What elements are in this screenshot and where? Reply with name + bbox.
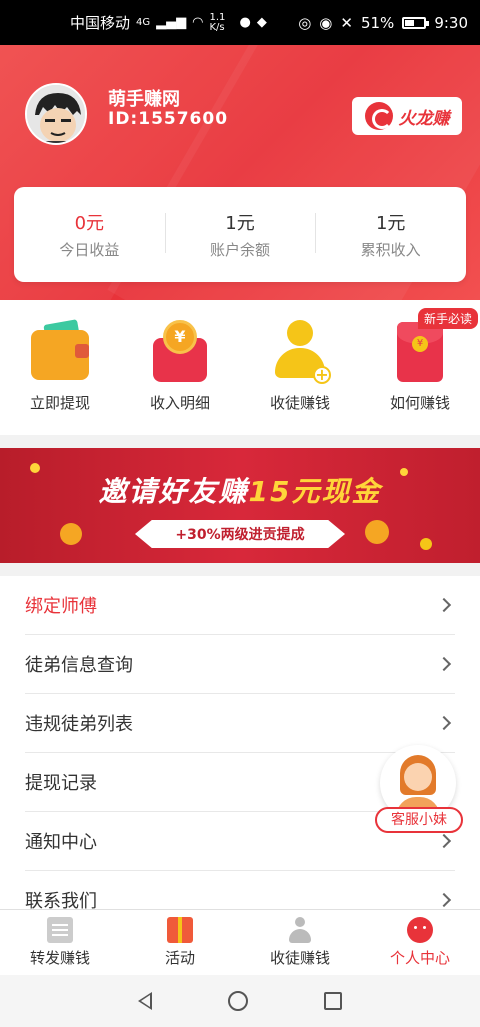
banner-subtitle: +30%两级进贡提成: [175, 527, 305, 543]
shortcut-income-details[interactable]: ¥ 收入明细: [120, 300, 240, 435]
brand-logo-icon: [364, 102, 393, 130]
banner-coin-icon: [365, 520, 389, 544]
earnings-card: 0元 今日收益 1元 账户余额 1元 累积收入: [14, 187, 466, 282]
profile-face-icon: [407, 917, 433, 943]
shortcut-label: 收入明细: [149, 394, 210, 412]
invite-banner[interactable]: 邀请好友赚15元现金 +30%两级进贡提成: [0, 448, 480, 563]
shortcut-recruit[interactable]: + 收徒赚钱: [240, 300, 360, 435]
coin-purse-icon: ¥: [151, 320, 209, 382]
shortcut-grid: 立即提现 ¥ 收入明细 + 收徒赚钱 ¥ 如何赚钱 新手必读: [0, 300, 480, 435]
home-icon[interactable]: [228, 991, 248, 1011]
recent-apps-icon[interactable]: [324, 992, 342, 1010]
app-notification-icon: ●: [239, 15, 251, 30]
wallet-icon: [31, 319, 89, 382]
username: 萌手赚网: [108, 89, 180, 110]
system-nav-bar: [0, 975, 480, 1027]
stat-value: 0元: [74, 213, 105, 234]
tab-label: 收徒赚钱: [269, 949, 330, 967]
qq-icon: ◆: [256, 15, 267, 30]
signal-icon: ▂▄▆: [156, 15, 187, 30]
wifi-icon: ◠: [192, 15, 204, 30]
chevron-right-icon: [436, 597, 452, 613]
menu-item-label: 违规徒弟列表: [25, 714, 133, 735]
shortcut-label: 立即提现: [29, 394, 90, 412]
stat-label: 账户余额: [210, 241, 271, 259]
network-type: 4G: [136, 17, 151, 28]
chevron-right-icon: [436, 656, 452, 672]
avatar[interactable]: [25, 83, 87, 145]
banner-title-highlight: 15元现金: [248, 475, 382, 508]
tab-activities[interactable]: 活动: [120, 910, 240, 975]
status-right: ◎ ◉ ✕ 51% 9:30: [298, 14, 468, 32]
menu-item-bind-master[interactable]: 绑定师傅: [25, 576, 455, 635]
shortcut-how-to-earn[interactable]: ¥ 如何赚钱 新手必读: [360, 300, 480, 435]
banner-title-text: 邀请好友赚: [98, 475, 249, 508]
mute-icon: ✕: [340, 13, 353, 32]
tab-personal-center[interactable]: 个人中心: [360, 910, 480, 975]
status-icons: 4G ▂▄▆ ◠ 1.1 K/s ● ◆: [136, 11, 267, 33]
battery-percent: 51%: [360, 13, 395, 32]
shortcut-label: 如何赚钱: [389, 394, 450, 412]
battery-icon: [402, 16, 430, 29]
gift-icon: [167, 917, 193, 943]
back-icon[interactable]: [138, 992, 152, 1010]
stat-label: 今日收益: [59, 241, 120, 259]
battery-fill: [405, 19, 415, 26]
customer-service-label: 客服小妹: [375, 807, 463, 833]
newbie-tag: 新手必读: [417, 308, 478, 329]
stat-balance[interactable]: 1元 账户余额: [164, 209, 316, 260]
stat-label: 累积收入: [360, 241, 421, 259]
menu-item-label: 通知中心: [25, 832, 97, 853]
banner-decoration: [420, 538, 432, 550]
user-icon: [287, 917, 313, 943]
carrier-label: 中国移动: [70, 14, 131, 32]
network-speed: 1.1 K/s: [209, 11, 226, 33]
status-bar: 中国移动 4G ▂▄▆ ◠ 1.1 K/s ● ◆ ◎ ◉ ✕ 51% 9:30: [0, 0, 480, 45]
stat-value: 1元: [225, 213, 255, 234]
shortcut-label: 收徒赚钱: [269, 394, 330, 412]
tab-share-earn[interactable]: 转发赚钱: [0, 910, 120, 975]
brand-button[interactable]: 火龙赚: [352, 97, 462, 135]
chevron-right-icon: [436, 833, 452, 849]
red-packet-icon: ¥: [391, 320, 449, 382]
tab-recruit[interactable]: 收徒赚钱: [240, 910, 360, 975]
tab-label: 活动: [164, 949, 195, 967]
add-person-icon: +: [271, 320, 331, 384]
stat-today-earnings[interactable]: 0元 今日收益: [14, 209, 165, 260]
brand-label: 火龙赚: [398, 108, 450, 129]
menu-item-label: 提现记录: [25, 773, 97, 794]
menu-item-label: 绑定师傅: [25, 596, 97, 617]
clock: 9:30: [434, 13, 468, 32]
headset-icon: ◎: [298, 13, 312, 32]
bottom-tab-bar: 转发赚钱 活动 收徒赚钱 个人中心: [0, 909, 480, 975]
banner-coin-icon: [60, 523, 82, 545]
news-icon: [47, 917, 73, 943]
stat-value: 1元: [375, 213, 406, 234]
shortcut-withdraw[interactable]: 立即提现: [0, 300, 120, 435]
tab-label: 个人中心: [389, 949, 450, 967]
menu-item-apprentice-info[interactable]: 徒弟信息查询: [25, 635, 455, 694]
banner-title: 邀请好友赚15元现金: [0, 470, 480, 510]
menu-item-label: 联系我们: [25, 891, 97, 909]
menu-item-label: 徒弟信息查询: [25, 655, 133, 676]
menu-item-contact-us[interactable]: 联系我们: [25, 871, 455, 909]
user-id: ID:1557600: [108, 109, 229, 129]
menu-list: 绑定师傅 徒弟信息查询 违规徒弟列表 提现记录 通知中心 联系我们: [0, 576, 480, 909]
customer-service-button[interactable]: 客服小妹: [375, 745, 465, 835]
tab-label: 转发赚钱: [29, 949, 90, 967]
chevron-right-icon: [436, 715, 452, 731]
chevron-right-icon: [436, 892, 452, 908]
eye-icon: ◉: [319, 13, 333, 32]
stat-total-income[interactable]: 1元 累积收入: [315, 209, 466, 260]
